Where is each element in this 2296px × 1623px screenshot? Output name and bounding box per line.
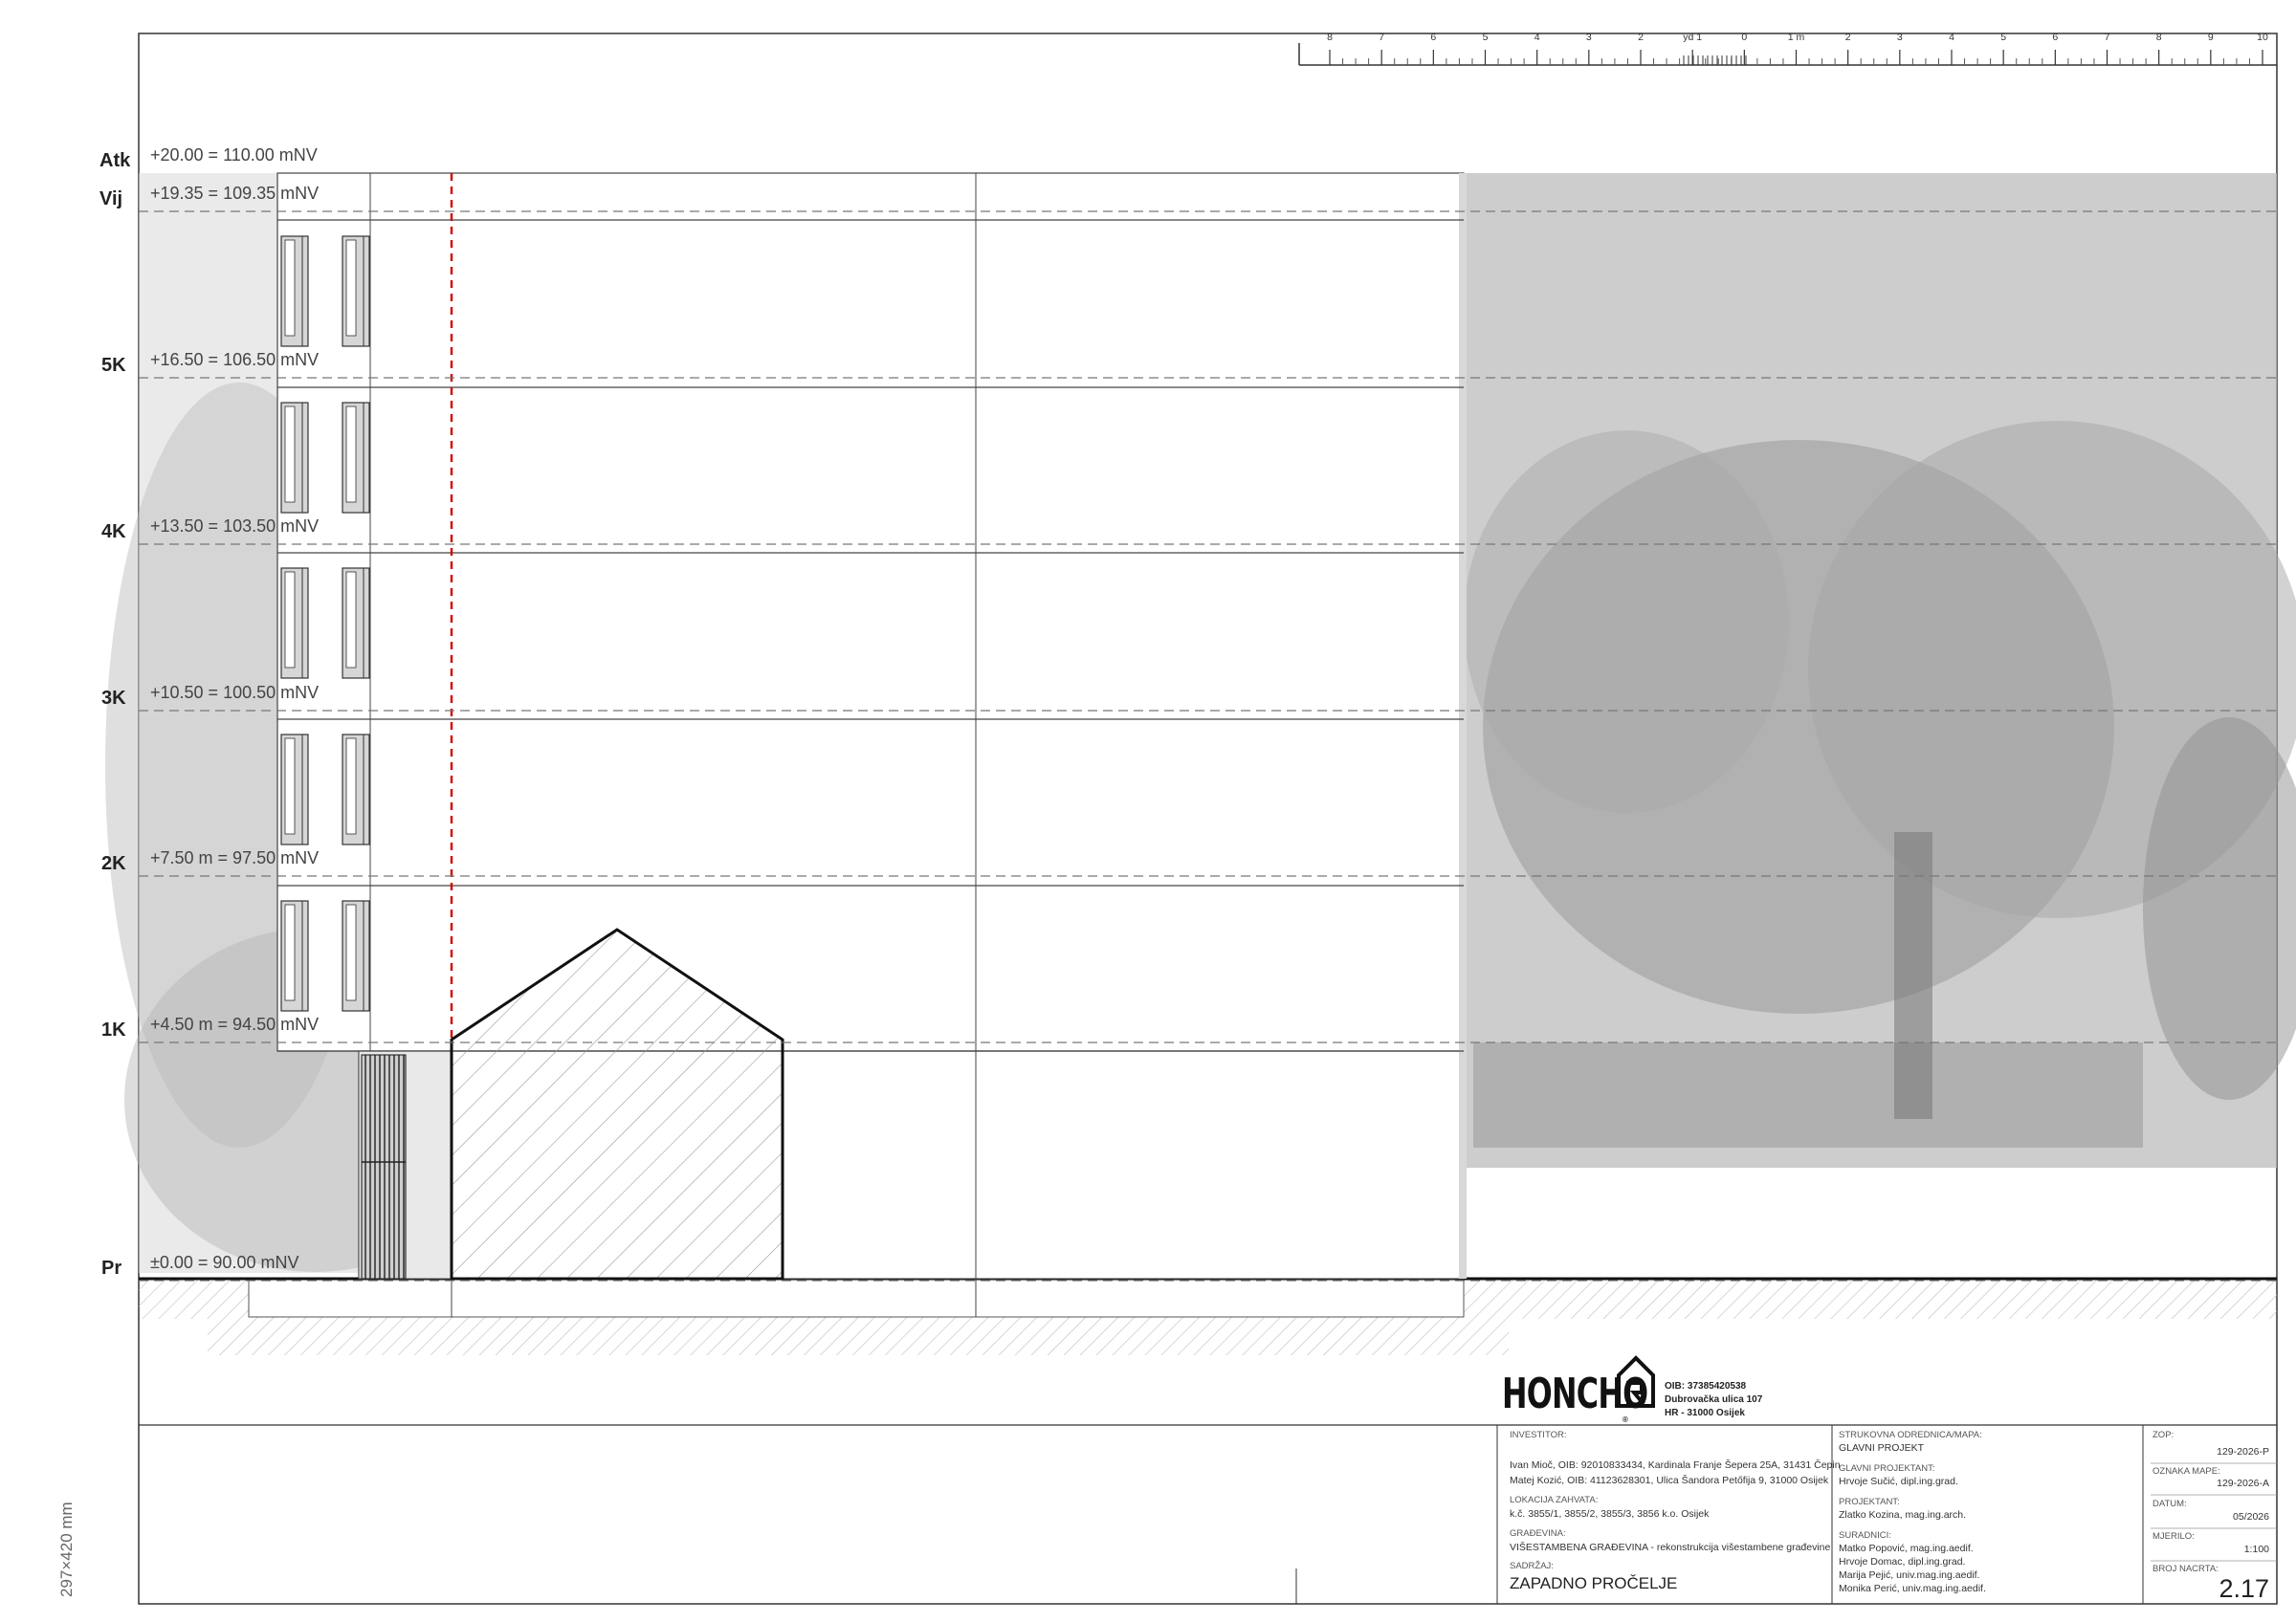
paper-size-label: 297×420 mm [57, 1502, 76, 1597]
level-code: Vij [99, 188, 123, 209]
balcony-window [342, 900, 370, 1012]
date-label: DATUM: [2152, 1499, 2187, 1509]
level-elevation: +4.50 m = 94.50 mNV [150, 1015, 320, 1034]
building-value: VIŠESTAMBENA GRAĐEVINA - rekonstrukcija … [1510, 1542, 1831, 1553]
location-label: LOKACIJA ZAHVATA: [1510, 1495, 1599, 1505]
firm-oib: OIB: 37385420538 [1665, 1381, 1747, 1392]
elevation-drawing [105, 33, 2296, 1605]
scale-tick-label: 4 [1534, 32, 1540, 43]
level-code: Pr [101, 1258, 122, 1279]
drawing-title: ZAPADNO PROČELJE [1510, 1574, 1678, 1592]
level-elevation: +7.50 m = 97.50 mNV [150, 848, 320, 867]
scale-tick-label: 7 [2104, 32, 2110, 43]
level-code: 1K [101, 1020, 126, 1041]
level-elevation: ±0.00 = 90.00 mNV [150, 1253, 299, 1272]
scale-value: 1:100 [2243, 1544, 2269, 1555]
date-value: 05/2026 [2233, 1511, 2269, 1523]
map-value: 129-2026-A [2217, 1478, 2269, 1489]
location-value: k.č. 3855/1, 3855/2, 3855/3, 3856 k.o. O… [1510, 1508, 1710, 1520]
map-label: OZNAKA MAPE: [2152, 1466, 2220, 1477]
building-label: GRAĐEVINA: [1510, 1528, 1566, 1539]
chief-designer-label: GLAVNI PROJEKTANT: [1839, 1463, 1935, 1474]
balcony-window [280, 567, 309, 679]
registered-mark: ® [1623, 1415, 1628, 1424]
firm-city: HR - 31000 Osijek [1665, 1408, 1745, 1418]
level-code: 2K [101, 853, 126, 874]
scale-label: MJERILO: [2152, 1531, 2195, 1542]
zop-label: ZOP: [2152, 1430, 2175, 1440]
balcony-window [280, 900, 309, 1012]
associate-4: Monika Perić, univ.mag.ing.aedif. [1839, 1583, 1986, 1594]
scale-tick-label: 10 [2257, 32, 2268, 43]
level-code: 4K [101, 521, 126, 542]
scale-tick-label: 1 m [1787, 32, 1805, 43]
sheet-number: 2.17 [2219, 1574, 2269, 1603]
firm-logo: HONCHO [1502, 1370, 1648, 1418]
associate-2: Hrvoje Domac, dipl.ing.grad. [1839, 1556, 1966, 1568]
investor-label: INVESTITOR: [1510, 1430, 1567, 1440]
scale-tick-label: 3 [1585, 32, 1592, 43]
scale-tick-label: 9 [2207, 32, 2214, 43]
balcony-window [342, 734, 370, 845]
designer-label: PROJEKTANT: [1839, 1497, 1900, 1507]
associate-3: Marija Pejić, univ.mag.ing.aedif. [1839, 1569, 1980, 1581]
scale-tick-label: 3 [1896, 32, 1903, 43]
zop-value: 129-2026-P [2217, 1446, 2269, 1458]
level-elevation: +16.50 = 106.50 mNV [150, 350, 320, 369]
scale-tick-label: 7 [1379, 32, 1385, 43]
level-elevation: +13.50 = 103.50 mNV [150, 516, 320, 536]
scale-bar [1298, 43, 2277, 66]
scale-tick-label: 0 [1741, 32, 1748, 43]
scale-tick-label: 5 [1482, 32, 1489, 43]
chief-designer-value: Hrvoje Sučić, dipl.ing.grad. [1839, 1476, 1958, 1487]
associate-1: Matko Popović, mag.ing.aedif. [1839, 1543, 1974, 1554]
investor-1: Ivan Mioč, OIB: 92010833434, Kardinala F… [1510, 1459, 1841, 1471]
discipline-value: GLAVNI PROJEKT [1839, 1442, 1925, 1454]
balcony-window [342, 567, 370, 679]
designer-value: Zlatko Kozina, mag.ing.arch. [1839, 1509, 1967, 1521]
balcony-window [280, 734, 309, 845]
scale-tick-label: 8 [1327, 32, 1333, 43]
level-elevation: +10.50 = 100.50 mNV [150, 683, 320, 702]
level-code: 3K [101, 688, 126, 709]
balcony-window [280, 402, 309, 514]
level-code: 5K [101, 355, 126, 376]
sheet-number-label: BROJ NACRTA: [2152, 1564, 2219, 1574]
content-label: SADRŽAJ: [1510, 1561, 1554, 1571]
scale-tick-label: 5 [2000, 32, 2007, 43]
entrance-grille [361, 1054, 407, 1280]
firm-street: Dubrovačka ulica 107 [1665, 1394, 1763, 1405]
building-facade [276, 172, 1467, 1317]
scale-tick-label: 6 [2052, 32, 2059, 43]
level-elevation: +20.00 = 110.00 mNV [150, 145, 318, 164]
level-code: Atk [99, 150, 131, 171]
scale-tick-label: 2 [1638, 32, 1644, 43]
ground-hatch-lower [208, 1319, 1509, 1355]
balcony-window [280, 235, 309, 347]
scale-tick-label: 4 [1949, 32, 1954, 43]
associates-label: SURADNICI: [1839, 1530, 1891, 1541]
investor-2: Matej Kozić, OIB: 41123628301, Ulica Šan… [1510, 1475, 1829, 1486]
scale-tick-label: 8 [2155, 32, 2162, 43]
balcony-window [342, 402, 370, 514]
discipline-label: STRUKOVNA ODREDNICA/MAPA: [1839, 1430, 1982, 1440]
scale-tick-label: 6 [1430, 32, 1437, 43]
scale-tick-label: yd 1 [1683, 32, 1703, 43]
scale-tick-label: 2 [1844, 32, 1851, 43]
balcony-window [342, 235, 370, 347]
level-elevation: +19.35 = 109.35 mNV [150, 184, 320, 203]
